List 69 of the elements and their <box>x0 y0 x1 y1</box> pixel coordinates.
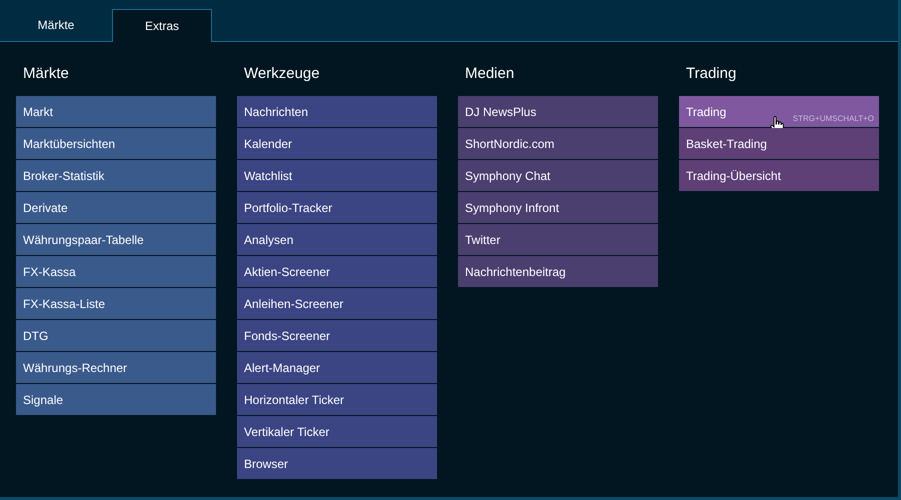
menu-item[interactable]: Symphony Infront <box>458 192 658 223</box>
menu-item-label: Alert-Manager <box>244 360 320 376</box>
menu-item[interactable]: DTG <box>16 320 216 351</box>
menu-item[interactable]: Alert-Manager <box>237 352 437 383</box>
menu-item[interactable]: Nachrichten <box>237 96 437 127</box>
menu-item-label: Analysen <box>244 232 294 248</box>
menu-item[interactable]: Signale <box>16 384 216 415</box>
tab[interactable]: Extras <box>112 9 212 42</box>
menu-item[interactable]: Währungspaar-Tabelle <box>16 224 216 255</box>
menu-item-label: Symphony Infront <box>465 200 560 216</box>
menu-item[interactable]: Markt <box>16 96 216 127</box>
menu-item-label: Markt <box>23 104 53 120</box>
menu-item[interactable]: DJ NewsPlus <box>458 96 658 127</box>
menu-item[interactable]: Browser <box>237 448 437 479</box>
shortcut-hint: STRG+UMSCHALT+O <box>792 113 874 125</box>
menu-item[interactable]: Analysen <box>237 224 437 255</box>
menu-item-label: Aktien-Screener <box>244 264 330 280</box>
menu-item-label: Währungs-Rechner <box>23 360 128 376</box>
menu-item[interactable]: Aktien-Screener <box>237 256 437 287</box>
menu-item[interactable]: Trading STRG+UMSCHALT+O <box>679 96 879 127</box>
menu-item-label: Portfolio-Tracker <box>244 200 332 216</box>
menu-item[interactable]: Vertikaler Ticker <box>237 416 437 447</box>
menu-item[interactable]: ShortNordic.com <box>458 128 658 159</box>
menu-item-label: FX-Kassa <box>23 264 76 280</box>
menu-item-label: Signale <box>23 392 64 408</box>
menu-item[interactable]: Basket-Trading <box>679 128 879 159</box>
menu-item[interactable]: Kalender <box>237 128 437 159</box>
menu-item-label: Derivate <box>23 200 68 216</box>
menu-item-label: Browser <box>244 456 288 472</box>
menu-item[interactable]: Symphony Chat <box>458 160 658 191</box>
menu-item-label: Twitter <box>465 232 500 248</box>
menu-item-label: Trading <box>686 104 726 120</box>
tab[interactable]: Märkte <box>0 8 112 41</box>
menu-item[interactable]: Anleihen-Screener <box>237 288 437 319</box>
column-heading: Trading <box>685 64 738 84</box>
menu-item[interactable]: Fonds-Screener <box>237 320 437 351</box>
menu-item[interactable]: Portfolio-Tracker <box>237 192 437 223</box>
column-heading: Medien <box>464 64 516 84</box>
column-heading: Werkzeuge <box>243 64 321 84</box>
menu-item-label: Währungspaar-Tabelle <box>23 232 144 248</box>
menu-item-label: FX-Kassa-Liste <box>23 296 106 312</box>
menu-item[interactable]: Währungs-Rechner <box>16 352 216 383</box>
menu-item-label: Nachrichten <box>244 104 308 120</box>
menu-item-label: DTG <box>23 328 48 344</box>
menu-item-label: Marktübersichten <box>23 136 116 152</box>
menu-item-label: Horizontaler Ticker <box>244 392 344 408</box>
menu-item-label: ShortNordic.com <box>465 136 554 152</box>
menu-item-label: Symphony Chat <box>465 168 550 184</box>
menu-item-label: Fonds-Screener <box>244 328 330 344</box>
menu-item-label: DJ NewsPlus <box>465 104 536 120</box>
menu-item[interactable]: Nachrichtenbeitrag <box>458 256 658 287</box>
menu-item[interactable]: FX-Kassa <box>16 256 216 287</box>
menu-item-label: Anleihen-Screener <box>244 296 344 312</box>
menu-item-label: Vertikaler Ticker <box>244 424 330 440</box>
menu-item-label: Trading-Übersicht <box>686 168 781 184</box>
menu-item[interactable]: Marktübersichten <box>16 128 216 159</box>
menu-item[interactable]: Broker-Statistik <box>16 160 216 191</box>
menu-item[interactable]: Twitter <box>458 224 658 255</box>
menu-item-label: Kalender <box>244 136 292 152</box>
menu-item[interactable]: Trading-Übersicht <box>679 160 879 191</box>
menu-item-label: Watchlist <box>244 168 292 184</box>
menu-item-label: Broker-Statistik <box>23 168 104 184</box>
menu-item[interactable]: Derivate <box>16 192 216 223</box>
column-heading: Märkte <box>22 64 70 84</box>
menu-item-label: Nachrichtenbeitrag <box>465 264 566 280</box>
menu-item[interactable]: Watchlist <box>237 160 437 191</box>
menu-item[interactable]: Horizontaler Ticker <box>237 384 437 415</box>
menu-item[interactable]: FX-Kassa-Liste <box>16 288 216 319</box>
menu-item-label: Basket-Trading <box>686 136 767 152</box>
